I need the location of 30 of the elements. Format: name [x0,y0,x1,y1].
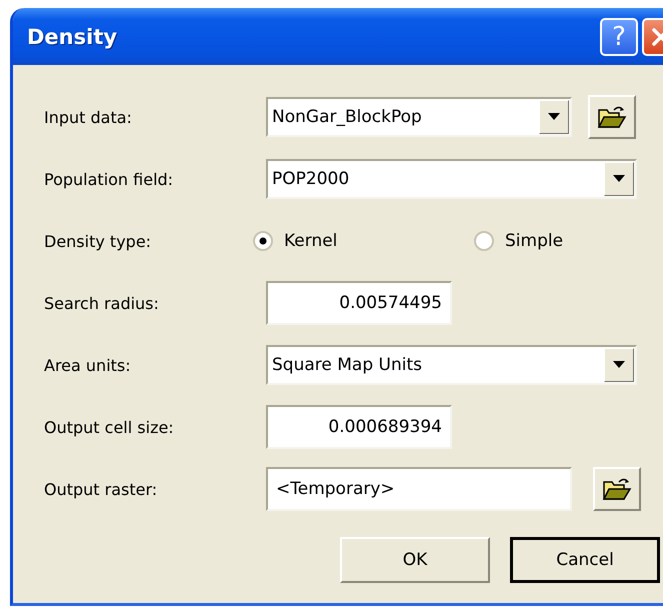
dialog-button[interactable]: OK [340,537,490,583]
field-label: Search radius: [44,294,160,312]
dropdown-button[interactable] [604,348,634,382]
radio-option[interactable]: Simple [473,230,663,252]
field-label: Density type: [44,232,152,250]
input-field[interactable]: 0.00574495 [266,281,452,325]
input-field[interactable]: 0.000689394 [266,405,452,449]
caret-icon [612,361,626,369]
folder-icon [602,476,632,502]
dropdown-button[interactable] [604,162,634,196]
dropdown-button[interactable] [539,100,569,134]
folder-icon [597,104,627,130]
browse-button[interactable] [588,95,636,139]
dropdown-field[interactable]: Square Map Units [266,345,637,385]
field-label: Input data: [44,108,133,126]
window-title: Density [27,24,118,48]
field-label: Output cell size: [44,418,175,436]
browse-button[interactable] [593,467,641,511]
caret-icon [547,113,561,121]
dialog-button[interactable]: Cancel [510,537,660,583]
caret-icon [612,175,626,183]
dropdown-field[interactable]: POP2000 [266,159,637,199]
field-label: Area units: [44,356,132,374]
field-label: Population field: [44,170,174,188]
radio-button[interactable] [252,230,274,252]
radio-option[interactable]: Kernel [252,230,469,252]
radio-button[interactable] [473,230,495,252]
field-label: Output raster: [44,480,158,498]
dropdown-field[interactable]: NonGar_BlockPop [266,97,572,137]
input-field[interactable]: <Temporary> [266,467,572,511]
